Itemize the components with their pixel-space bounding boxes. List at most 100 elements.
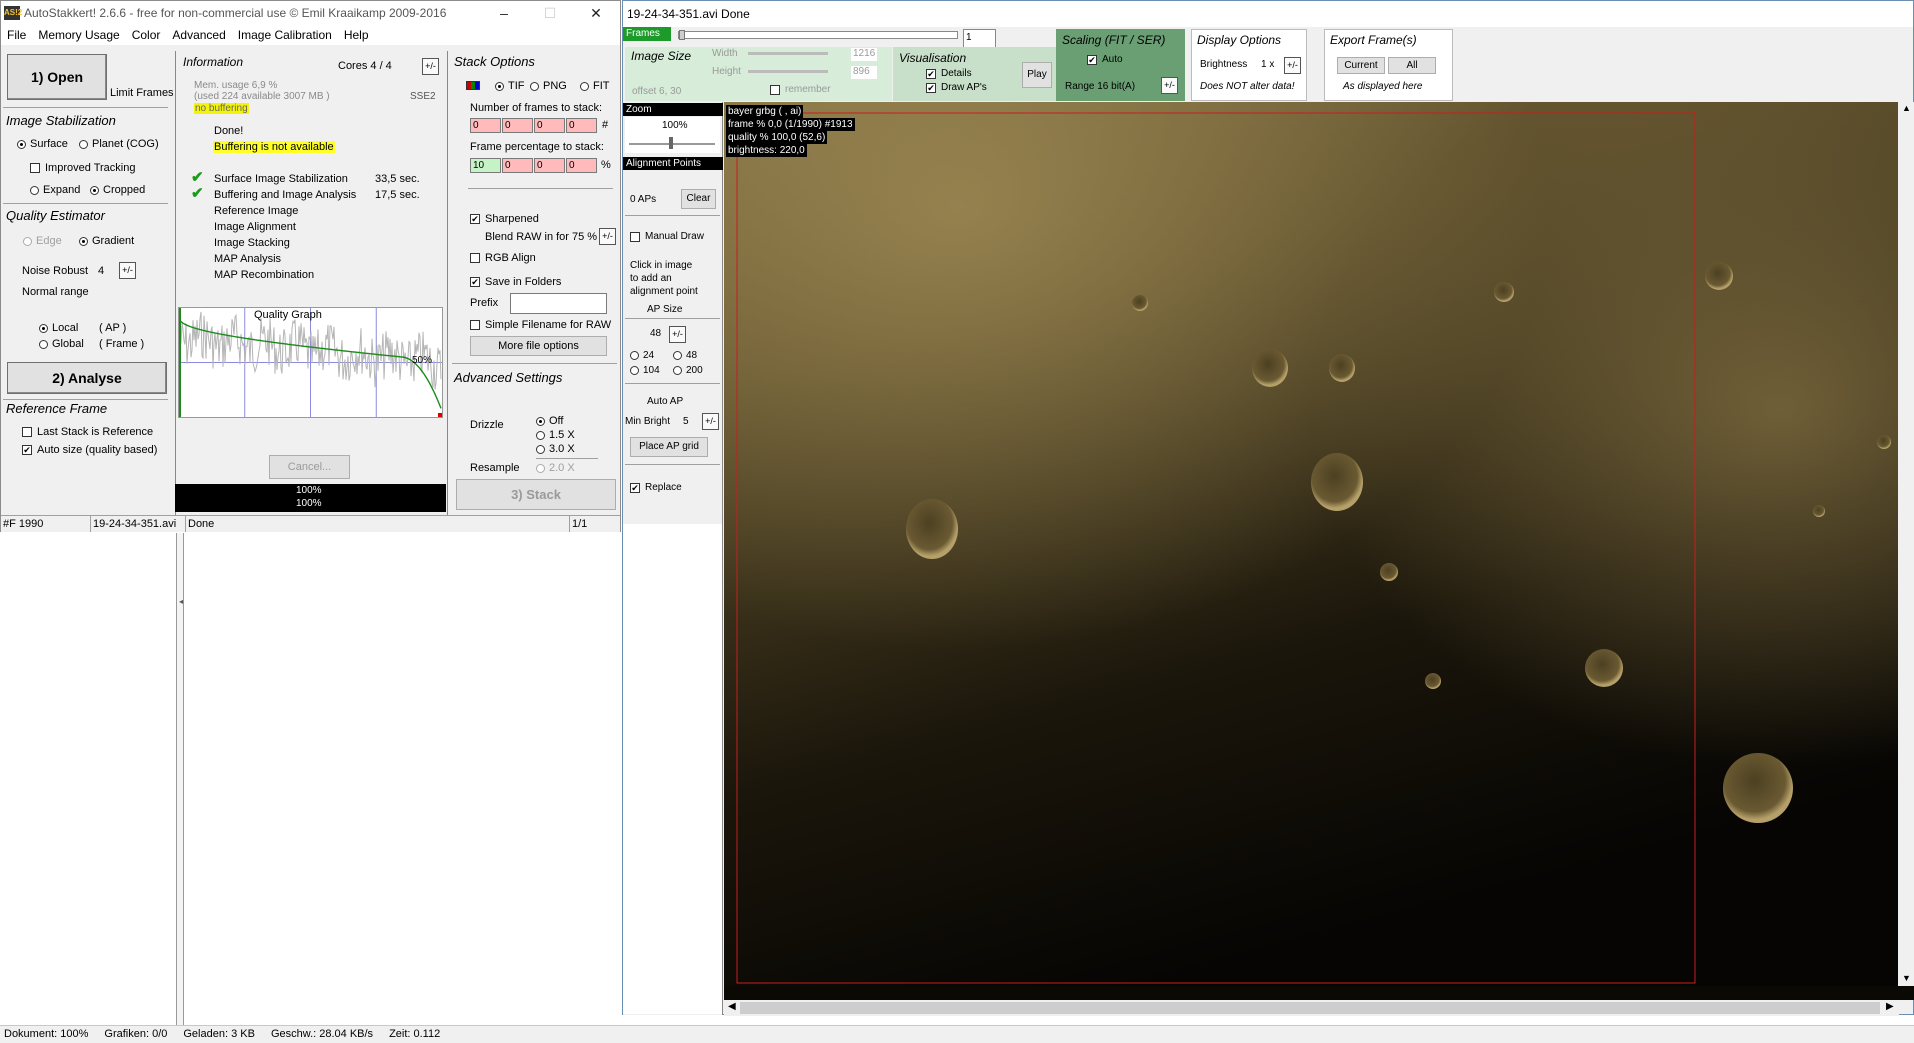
horizontal-scrollbar[interactable]: ◀ ▶ <box>724 1000 1899 1016</box>
edge-radio[interactable]: Edge <box>23 235 62 247</box>
scroll-right-icon[interactable]: ▶ <box>1886 1001 1894 1012</box>
clear-aps-button[interactable]: Clear <box>681 189 716 209</box>
place-ap-grid-button[interactable]: Place AP grid <box>630 437 708 457</box>
frames-to-stack-2[interactable]: 0 <box>502 118 533 133</box>
ap-hint-line3: alignment point <box>630 286 698 297</box>
gradient-radio[interactable]: Gradient <box>79 235 134 247</box>
analyse-button[interactable]: 2) Analyse <box>7 362 167 394</box>
frame-slider-thumb[interactable] <box>679 30 685 40</box>
replace-checkbox[interactable]: ✔ Replace <box>630 482 682 493</box>
ap-size-48-radio[interactable]: 48 <box>673 350 697 361</box>
limit-frames-label[interactable]: Limit Frames <box>110 87 174 99</box>
last-stack-reference-checkbox[interactable]: Last Stack is Reference <box>22 426 153 438</box>
open-button[interactable]: 1) Open <box>7 54 107 100</box>
surface-radio[interactable]: Surface <box>17 138 68 150</box>
minimize-icon[interactable]: – <box>481 1 527 25</box>
drizzle-1-5x-radio[interactable]: 1.5 X <box>536 429 575 441</box>
brightness-spinner-icon[interactable]: +/- <box>1284 57 1301 74</box>
details-checkbox[interactable]: ✔ Details <box>926 68 972 79</box>
page-splitter[interactable] <box>176 533 184 1025</box>
frame-number-input[interactable]: 1 <box>963 29 996 49</box>
menu-image-calibration[interactable]: Image Calibration <box>232 28 338 42</box>
splitter-arrow-icon[interactable]: ◂ <box>179 597 183 606</box>
status-state: Done <box>186 516 570 532</box>
draw-aps-checkbox[interactable]: ✔ Draw AP's <box>926 82 987 93</box>
height-label: Height <box>712 66 741 77</box>
frames-to-stack-4[interactable]: 0 <box>566 118 597 133</box>
width-slider[interactable] <box>748 52 828 55</box>
manual-draw-checkbox[interactable]: Manual Draw <box>630 231 704 242</box>
stack-button[interactable]: 3) Stack <box>456 479 616 510</box>
scroll-down-icon[interactable]: ▼ <box>1902 973 1911 983</box>
task-name: Image Stacking <box>214 237 290 249</box>
moon-image-view[interactable]: bayer grbg ( , ai) frame % 0,0 (1/1990) … <box>724 102 1914 1000</box>
status-bar: #F 1990 19-24-34-351.avi Done 1/1 <box>1 515 620 532</box>
blend-raw-spinner-icon[interactable]: +/- <box>599 228 616 245</box>
local-ap-radio[interactable]: Local <box>39 322 78 334</box>
frame-pct-1[interactable]: 10 <box>470 158 501 173</box>
moon-surface-image[interactable] <box>724 102 1898 986</box>
overlay-brightness: brightness: 220,0 <box>726 144 807 157</box>
noise-robust-spinner-icon[interactable]: +/- <box>119 262 136 279</box>
global-frame-radio[interactable]: Global <box>39 338 84 350</box>
close-icon[interactable]: ✕ <box>573 1 619 25</box>
overlay-quality: quality % 100,0 (52,6) <box>726 131 828 144</box>
maximize-icon[interactable]: ☐ <box>527 1 573 25</box>
ap-size-200-radio[interactable]: 200 <box>673 365 703 376</box>
drizzle-off-radio[interactable]: Off <box>536 415 563 427</box>
simple-filename-checkbox[interactable]: Simple Filename for RAW <box>470 319 611 331</box>
ap-size-24-radio[interactable]: 24 <box>630 350 654 361</box>
resample-2x-radio[interactable]: 2.0 X <box>536 462 575 474</box>
menu-advanced[interactable]: Advanced <box>166 28 231 42</box>
alignment-panel: Zoom 100% Alignment Points 0 APs Clear M… <box>623 102 723 1015</box>
frames-to-stack-3[interactable]: 0 <box>534 118 565 133</box>
auto-size-checkbox[interactable]: ✔ Auto size (quality based) <box>22 444 157 456</box>
cropped-radio[interactable]: Cropped <box>90 184 145 196</box>
height-slider[interactable] <box>748 70 828 73</box>
ap-size-spinner-icon[interactable]: +/- <box>669 326 686 343</box>
ap-size-104-radio[interactable]: 104 <box>630 365 660 376</box>
cancel-button[interactable]: Cancel... <box>269 455 350 479</box>
fit-radio[interactable]: FIT <box>580 80 610 92</box>
improved-tracking-checkbox[interactable]: Improved Tracking <box>30 162 135 174</box>
save-in-folders-checkbox[interactable]: ✔ Save in Folders <box>470 276 561 288</box>
vertical-scrollbar[interactable]: ▲ ▼ <box>1898 102 1914 986</box>
frame-pct-3[interactable]: 0 <box>534 158 565 173</box>
frame-pct-2[interactable]: 0 <box>502 158 533 173</box>
color-channels-icon[interactable] <box>466 81 480 90</box>
menu-color[interactable]: Color <box>126 28 167 42</box>
menu-file[interactable]: File <box>1 28 32 42</box>
tif-radio[interactable]: TIF <box>495 80 525 92</box>
export-current-button[interactable]: Current <box>1337 57 1385 74</box>
quality-graph-marker: 50% <box>412 355 433 366</box>
auto-ap-label: Auto AP <box>647 396 684 407</box>
png-radio[interactable]: PNG <box>530 80 567 92</box>
play-button[interactable]: Play <box>1022 62 1052 88</box>
prefix-input[interactable] <box>510 293 607 314</box>
quality-graph: Quality Graph 50% <box>178 307 443 418</box>
remember-checkbox[interactable]: remember <box>770 84 831 95</box>
menu-help[interactable]: Help <box>338 28 375 42</box>
more-file-options-button[interactable]: More file options <box>470 336 607 356</box>
scaling-auto-checkbox[interactable]: ✔ Auto <box>1087 54 1123 65</box>
zoom-slider-thumb[interactable] <box>669 137 673 149</box>
panel-empty-area <box>623 524 722 1014</box>
drizzle-3x-radio[interactable]: 3.0 X <box>536 443 575 455</box>
rgb-align-checkbox[interactable]: RGB Align <box>470 252 536 264</box>
menu-memory-usage[interactable]: Memory Usage <box>32 28 125 42</box>
min-bright-spinner-icon[interactable]: +/- <box>702 413 719 430</box>
expand-radio[interactable]: Expand <box>30 184 80 196</box>
frames-to-stack-1[interactable]: 0 <box>470 118 501 133</box>
planet-cog-radio[interactable]: Planet (COG) <box>79 138 159 150</box>
ap-hint-line2: to add an <box>630 273 672 284</box>
cores-spinner-icon[interactable]: +/- <box>422 58 439 75</box>
scroll-up-icon[interactable]: ▲ <box>1902 103 1911 113</box>
frame-pct-4[interactable]: 0 <box>566 158 597 173</box>
export-all-button[interactable]: All <box>1388 57 1436 74</box>
sharpened-checkbox[interactable]: ✔ Sharpened <box>470 213 539 225</box>
frame-slider[interactable] <box>678 30 958 40</box>
export-panel: Export Frame(s) Current All As displayed… <box>1324 29 1453 101</box>
scroll-left-icon[interactable]: ◀ <box>728 1001 736 1012</box>
range-spinner-icon[interactable]: +/- <box>1161 77 1178 94</box>
horizontal-scroll-thumb[interactable] <box>740 1002 1880 1014</box>
